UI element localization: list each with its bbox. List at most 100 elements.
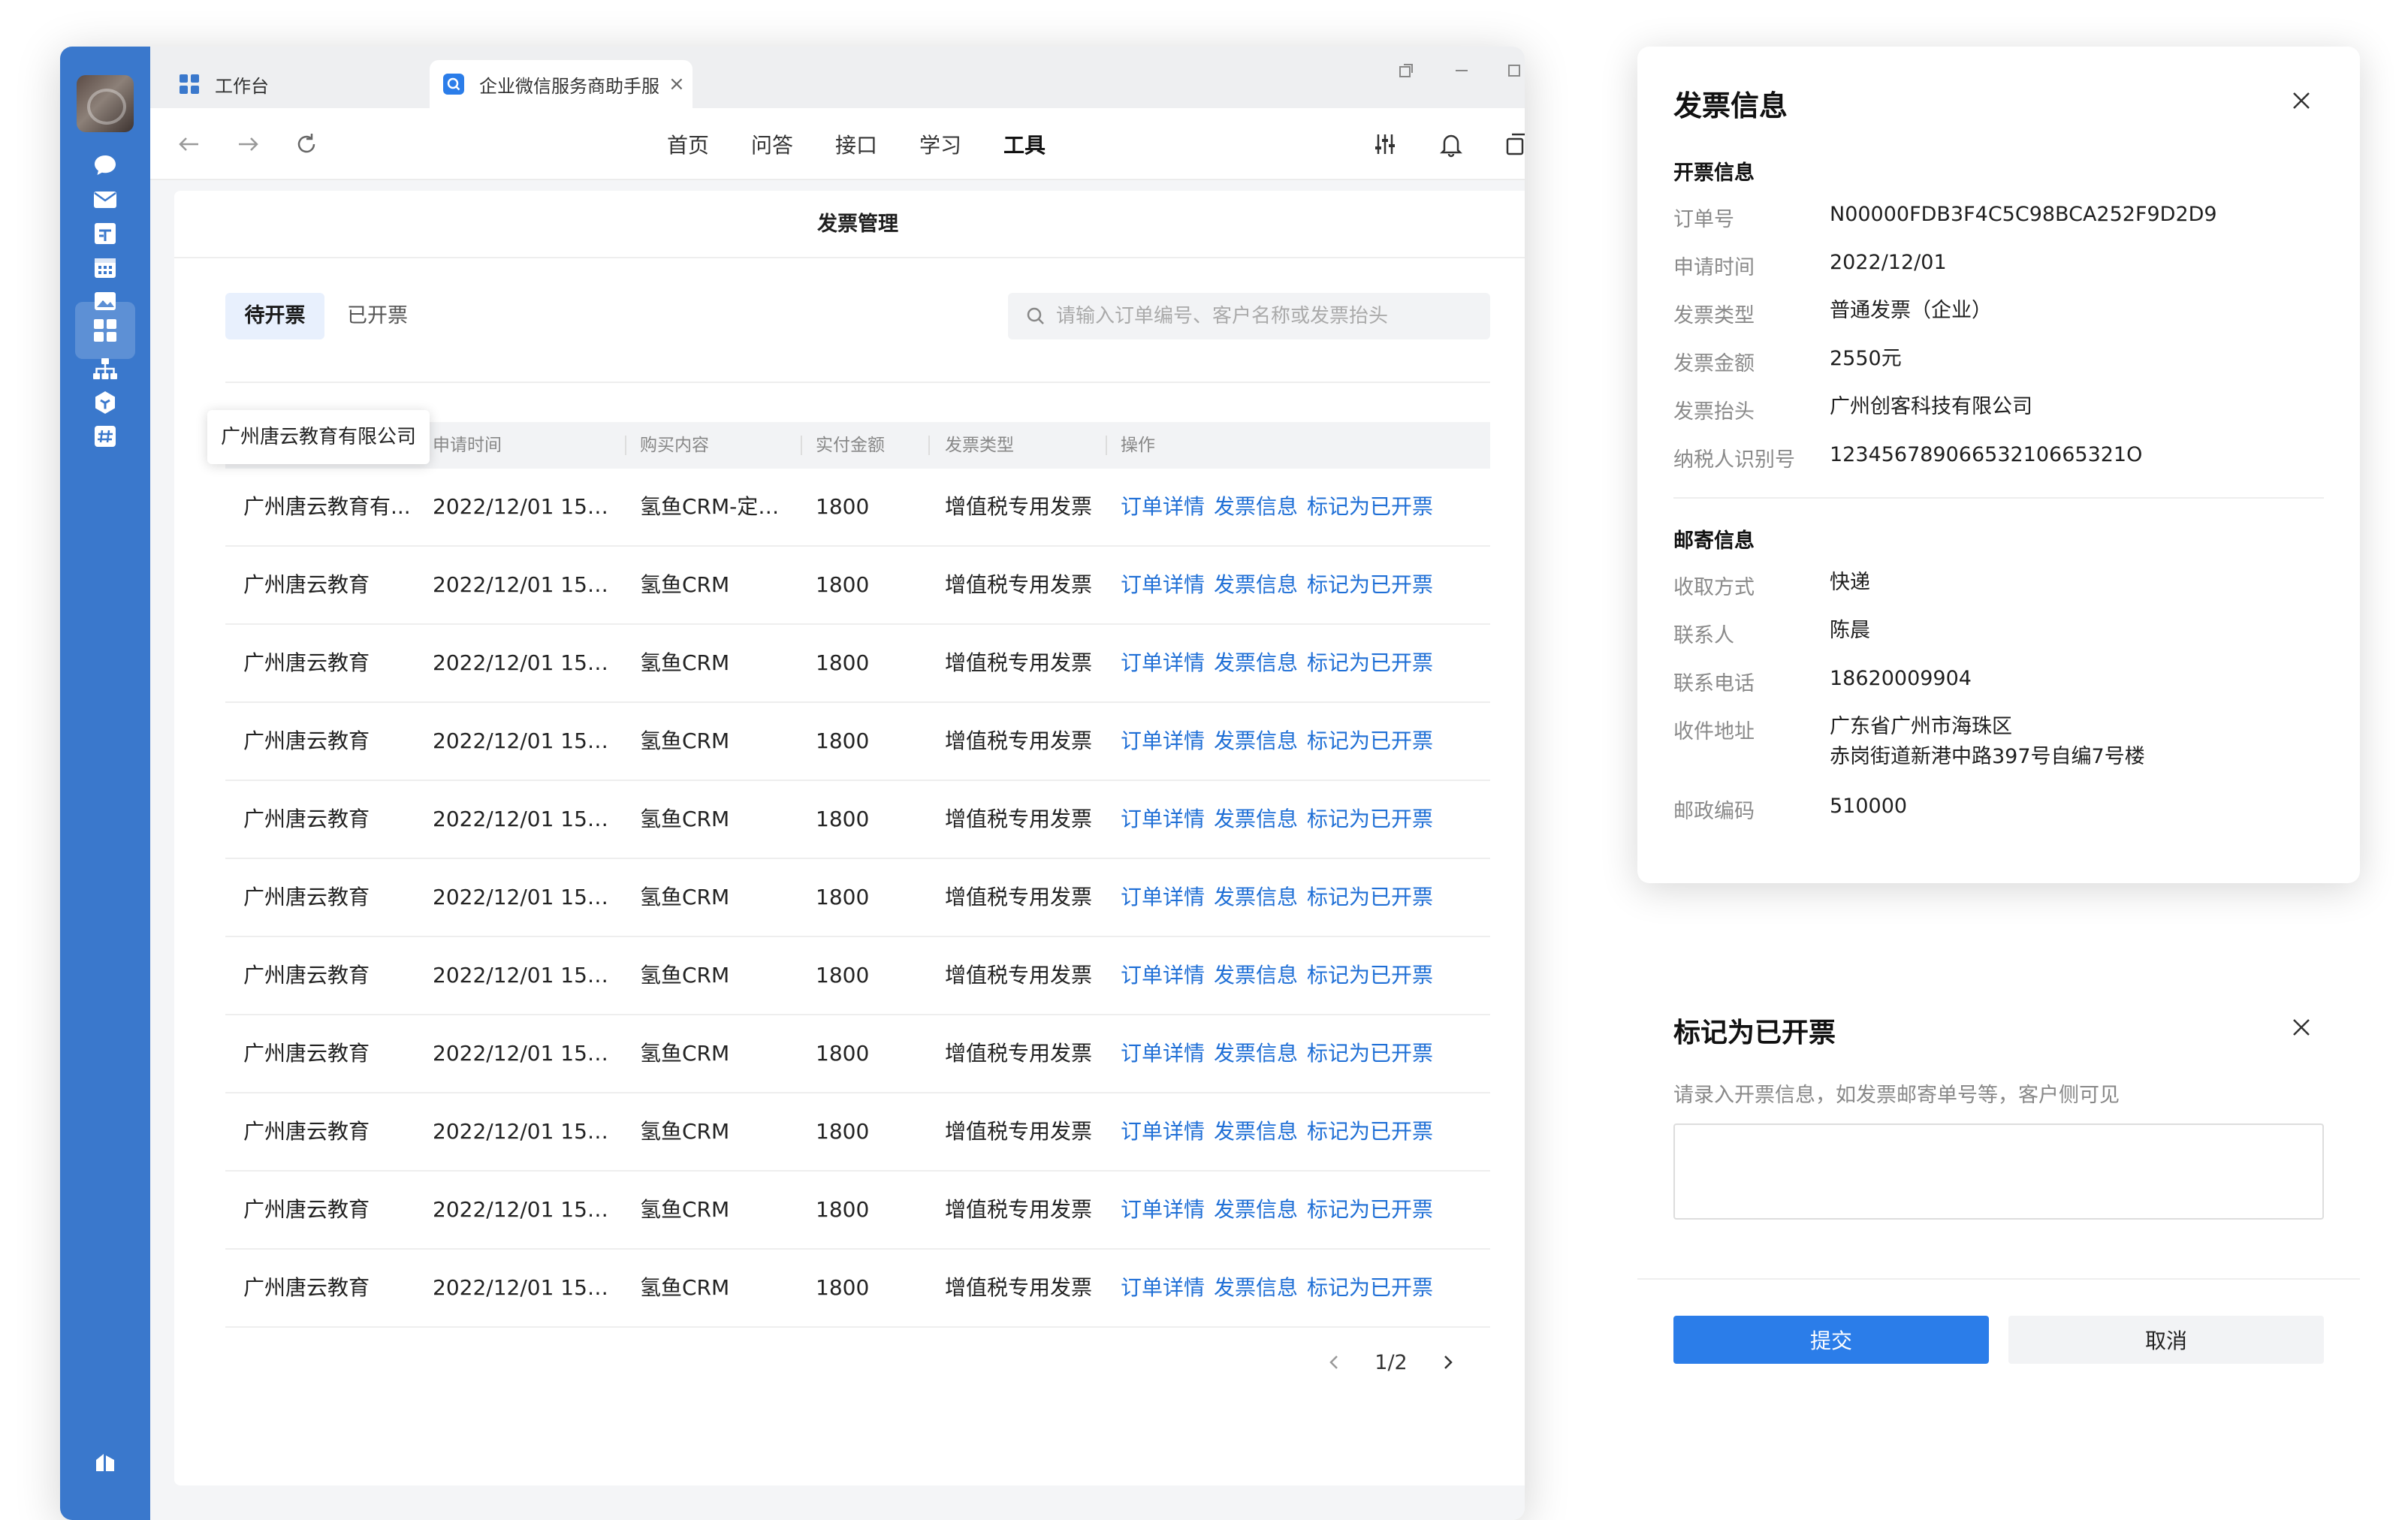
- app-window: 工作台 企业微信服务商助手服 × 首页 问答 接口 学习 工具 发票管理 待开票…: [60, 47, 1525, 1520]
- tab-close-icon[interactable]: ×: [668, 73, 685, 95]
- chat-icon[interactable]: [87, 147, 123, 183]
- window-switch-icon[interactable]: [1499, 126, 1525, 162]
- settings-stack-icon[interactable]: [87, 1443, 123, 1479]
- minimize-icon[interactable]: [1445, 56, 1478, 86]
- link-order-detail[interactable]: 订单详情: [1121, 1250, 1205, 1326]
- link-mark-issued[interactable]: 标记为已开票: [1307, 1093, 1433, 1170]
- cell-type: 增值税专用发票: [945, 963, 1093, 988]
- forward-arrow-icon[interactable]: [230, 126, 266, 162]
- link-invoice-info[interactable]: 发票信息: [1214, 1015, 1298, 1092]
- link-order-detail[interactable]: 订单详情: [1121, 703, 1205, 780]
- next-page-icon[interactable]: [1438, 1352, 1459, 1373]
- link-order-detail[interactable]: 订单详情: [1121, 781, 1205, 858]
- panel-title: 发票信息: [1673, 89, 1788, 122]
- link-mark-issued[interactable]: 标记为已开票: [1307, 469, 1433, 545]
- label-address: 收件地址: [1673, 720, 1755, 743]
- nav-link-qa[interactable]: 问答: [751, 129, 793, 159]
- cancel-button[interactable]: 取消: [2008, 1316, 2324, 1364]
- nav-link-home[interactable]: 首页: [667, 129, 709, 159]
- close-icon[interactable]: [2286, 86, 2316, 116]
- invoice-info-textarea[interactable]: [1673, 1123, 2324, 1220]
- cell-type: 增值税专用发票: [945, 885, 1093, 909]
- table-row: 广州唐云教育 2022/12/01 15:31 氢鱼CRM 1800 增值税专用发票 订单…: [225, 547, 1490, 625]
- cell-content: 氢鱼CRM: [640, 1041, 730, 1066]
- link-order-detail[interactable]: 订单详情: [1121, 937, 1205, 1014]
- link-order-detail[interactable]: 订单详情: [1121, 1093, 1205, 1170]
- panel-title: 标记为已开票: [1673, 1018, 1836, 1048]
- cube-icon[interactable]: [87, 385, 123, 421]
- cell-content: 氢鱼CRM: [640, 807, 730, 831]
- cell-amount: 1800: [816, 1197, 870, 1222]
- bell-icon[interactable]: [1433, 126, 1469, 162]
- link-order-detail[interactable]: 订单详情: [1121, 547, 1205, 623]
- cell-time: 2022/12/01 15:31: [433, 728, 613, 753]
- cell-type: 增值税专用发票: [945, 728, 1093, 753]
- maximize-icon[interactable]: [1498, 56, 1525, 86]
- title-bar: 工作台 企业微信服务商助手服 ×: [150, 47, 1525, 108]
- tab-workbench[interactable]: 工作台: [170, 60, 433, 108]
- refresh-icon[interactable]: [288, 126, 324, 162]
- table-row: 广州唐云教育 2022/12/01 15:31 氢鱼CRM 1800 增值税专用发票 订单…: [225, 937, 1490, 1015]
- nav-link-api[interactable]: 接口: [835, 129, 877, 159]
- link-invoice-info[interactable]: 发票信息: [1214, 1172, 1298, 1248]
- cell-customer: 广州唐云教育: [243, 1275, 370, 1300]
- cell-customer: 广州唐云教育: [243, 963, 370, 988]
- link-order-detail[interactable]: 订单详情: [1121, 625, 1205, 701]
- link-mark-issued[interactable]: 标记为已开票: [1307, 1250, 1433, 1326]
- link-order-detail[interactable]: 订单详情: [1121, 1015, 1205, 1092]
- link-invoice-info[interactable]: 发票信息: [1214, 937, 1298, 1014]
- link-mark-issued[interactable]: 标记为已开票: [1307, 937, 1433, 1014]
- search-input[interactable]: [1008, 293, 1490, 339]
- table-row: 广州唐云教育 2022/12/01 15:31 氢鱼CRM 1800 增值税专用发票 订单…: [225, 1093, 1490, 1172]
- org-chart-icon[interactable]: [87, 351, 123, 387]
- link-mark-issued[interactable]: 标记为已开票: [1307, 625, 1433, 701]
- link-mark-issued[interactable]: 标记为已开票: [1307, 547, 1433, 623]
- tab-issued-invoice[interactable]: 已开票: [347, 293, 430, 339]
- popout-icon[interactable]: [1390, 56, 1423, 86]
- value-invoice-amount: 2550元: [1830, 347, 1902, 370]
- avatar[interactable]: [77, 75, 134, 132]
- nav-link-tools[interactable]: 工具: [1003, 129, 1046, 159]
- link-invoice-info[interactable]: 发票信息: [1214, 859, 1298, 936]
- mark-hint-text: 请录入开票信息，如发票邮寄单号等，客户侧可见: [1673, 1084, 2120, 1107]
- cell-type: 增值税专用发票: [945, 1197, 1093, 1222]
- close-icon[interactable]: [2286, 1012, 2316, 1042]
- hash-icon[interactable]: [87, 418, 123, 454]
- header-amount: 实付金额: [816, 436, 885, 455]
- link-order-detail[interactable]: 订单详情: [1121, 859, 1205, 936]
- section-title-mail: 邮寄信息: [1673, 529, 1755, 553]
- prev-page-icon[interactable]: [1323, 1352, 1344, 1373]
- document-icon[interactable]: [87, 216, 123, 252]
- value-phone: 18620009904: [1830, 667, 1972, 690]
- back-arrow-icon[interactable]: [171, 126, 207, 162]
- link-invoice-info[interactable]: 发票信息: [1214, 1093, 1298, 1170]
- table-row: 广州唐云教育 2022/12/01 15:31 氢鱼CRM 1800 增值税专用发票 订单…: [225, 703, 1490, 781]
- cell-amount: 1800: [816, 572, 870, 597]
- submit-button[interactable]: 提交: [1673, 1316, 1989, 1364]
- header-separator: [801, 436, 802, 455]
- link-mark-issued[interactable]: 标记为已开票: [1307, 859, 1433, 936]
- link-mark-issued[interactable]: 标记为已开票: [1307, 703, 1433, 780]
- link-mark-issued[interactable]: 标记为已开票: [1307, 781, 1433, 858]
- header-separator: [625, 436, 626, 455]
- link-invoice-info[interactable]: 发票信息: [1214, 703, 1298, 780]
- tab-service-assistant[interactable]: 企业微信服务商助手服 ×: [430, 60, 693, 108]
- label-invoice-type: 发票类型: [1673, 304, 1755, 327]
- link-invoice-info[interactable]: 发票信息: [1214, 469, 1298, 545]
- link-mark-issued[interactable]: 标记为已开票: [1307, 1172, 1433, 1248]
- link-order-detail[interactable]: 订单详情: [1121, 1172, 1205, 1248]
- calendar-icon[interactable]: [87, 249, 123, 285]
- link-invoice-info[interactable]: 发票信息: [1214, 1250, 1298, 1326]
- link-order-detail[interactable]: 订单详情: [1121, 469, 1205, 545]
- sliders-icon[interactable]: [1367, 126, 1403, 162]
- link-invoice-info[interactable]: 发票信息: [1214, 625, 1298, 701]
- link-mark-issued[interactable]: 标记为已开票: [1307, 1015, 1433, 1092]
- cell-time: 2022/12/01 15:31: [433, 963, 613, 988]
- nav-link-learn[interactable]: 学习: [919, 129, 961, 159]
- link-invoice-info[interactable]: 发票信息: [1214, 547, 1298, 623]
- mail-icon[interactable]: [87, 182, 123, 218]
- tab-pending-invoice[interactable]: 待开票: [225, 293, 324, 339]
- link-invoice-info[interactable]: 发票信息: [1214, 781, 1298, 858]
- cell-customer: 广州唐云教育: [243, 572, 370, 597]
- section-title-invoice: 开票信息: [1673, 161, 1755, 185]
